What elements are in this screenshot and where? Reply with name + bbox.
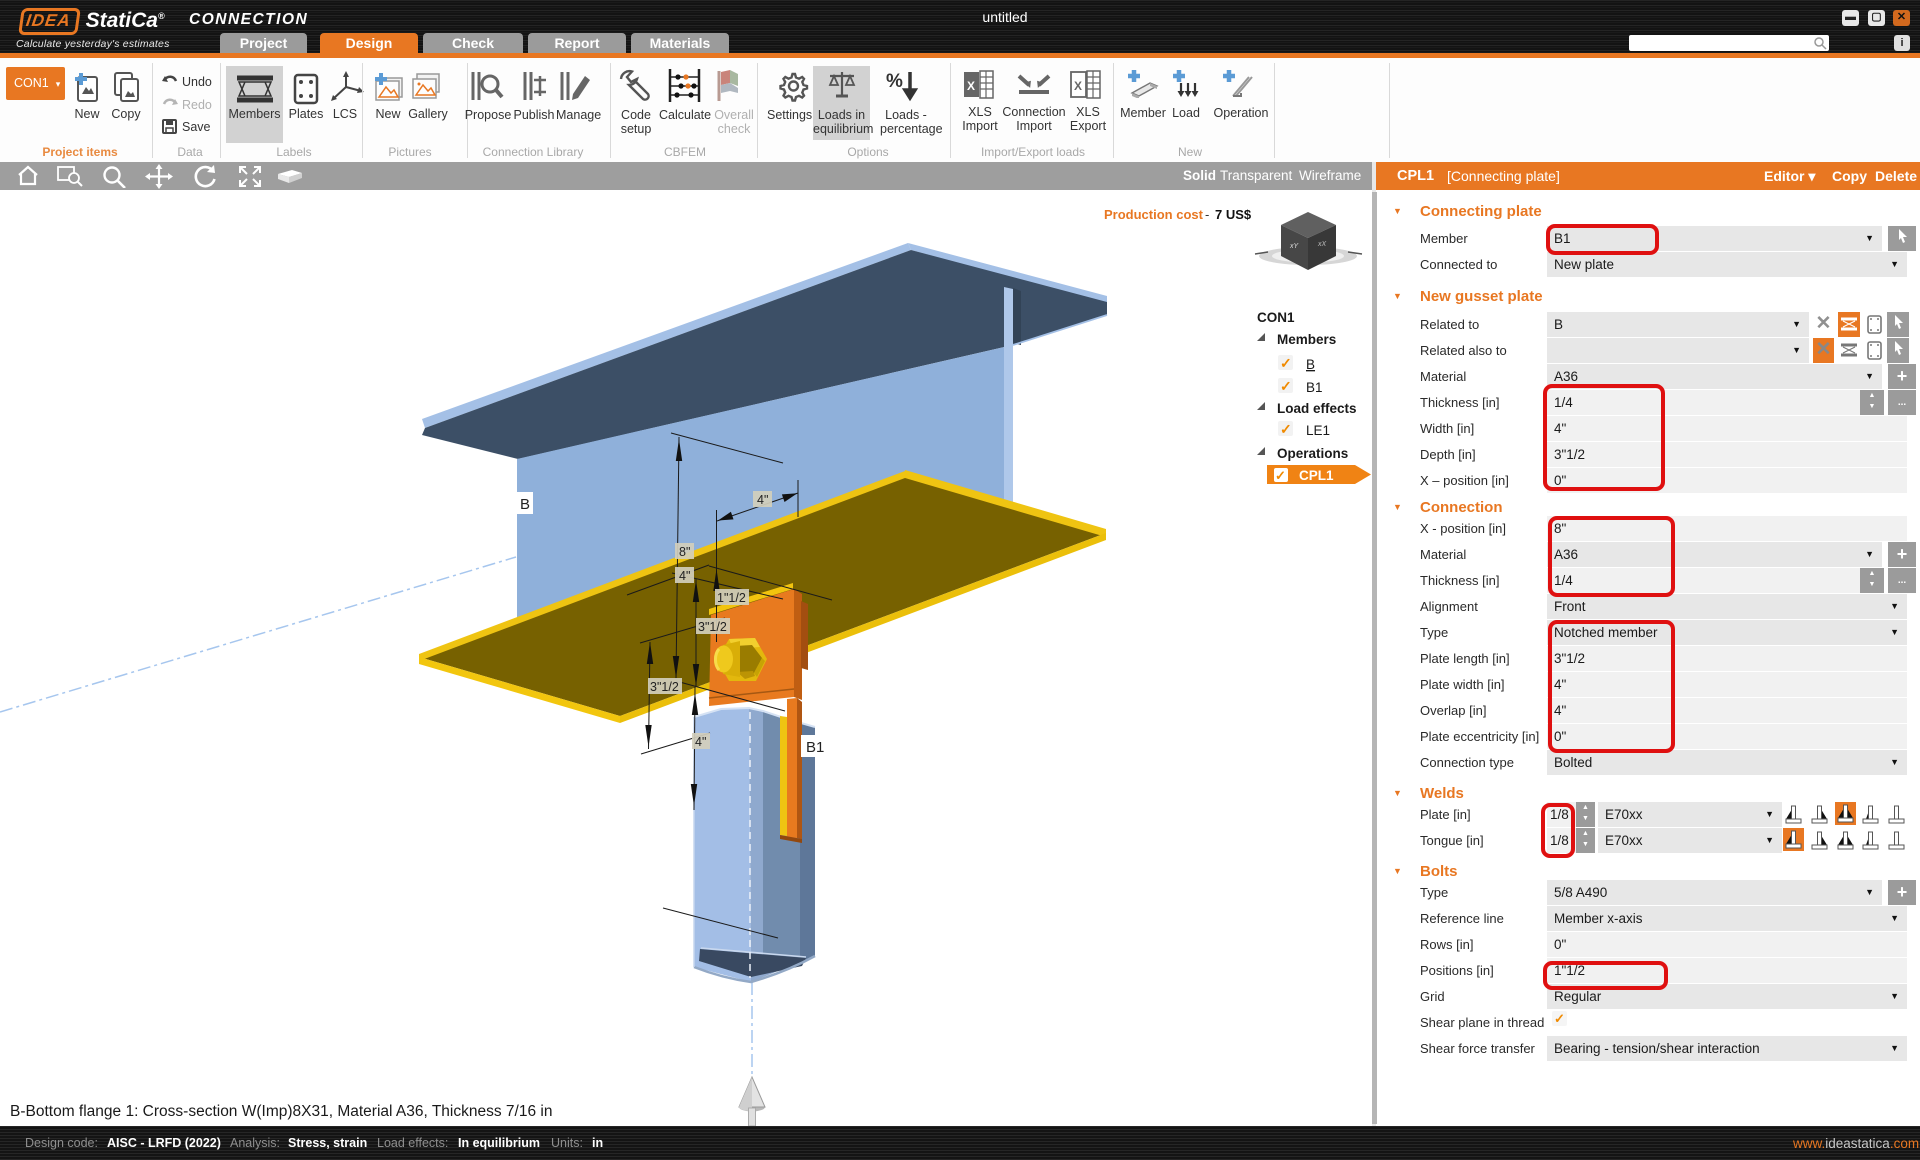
svg-text:LE1: LE1: [1306, 423, 1330, 438]
svg-text:B: B: [520, 496, 530, 513]
svg-text:xY: xY: [1289, 243, 1300, 250]
svg-text:3"1/2: 3"1/2: [698, 620, 727, 634]
svg-text:Load effects: Load effects: [1277, 401, 1357, 416]
svg-text:4": 4": [679, 569, 690, 583]
svg-text:-: -: [1205, 207, 1209, 222]
svg-text:CPL1: CPL1: [1299, 468, 1334, 483]
svg-text:Members: Members: [1277, 332, 1336, 347]
svg-text:✓: ✓: [1280, 355, 1292, 371]
svg-text:Production cost: Production cost: [1104, 207, 1204, 222]
svg-text:4": 4": [695, 735, 706, 749]
svg-text:B1: B1: [806, 739, 824, 756]
svg-text:✓: ✓: [1280, 378, 1292, 394]
svg-text:X: X: [1074, 79, 1082, 93]
svg-text:✓: ✓: [1275, 468, 1286, 483]
svg-text:8": 8": [679, 545, 690, 559]
svg-text:Operations: Operations: [1277, 446, 1348, 461]
svg-text:B1: B1: [1306, 380, 1323, 395]
svg-text:xX: xX: [1317, 241, 1327, 248]
svg-text:3"1/2: 3"1/2: [650, 680, 679, 694]
svg-text:B: B: [1306, 357, 1315, 372]
svg-text:✓: ✓: [1280, 421, 1292, 437]
svg-text:7 US$: 7 US$: [1215, 207, 1252, 222]
svg-text:4": 4": [757, 493, 768, 507]
svg-text:%: %: [886, 71, 903, 92]
svg-text:CON1: CON1: [1257, 310, 1295, 325]
svg-text:X: X: [967, 79, 975, 93]
svg-text:1"1/2: 1"1/2: [717, 591, 746, 605]
